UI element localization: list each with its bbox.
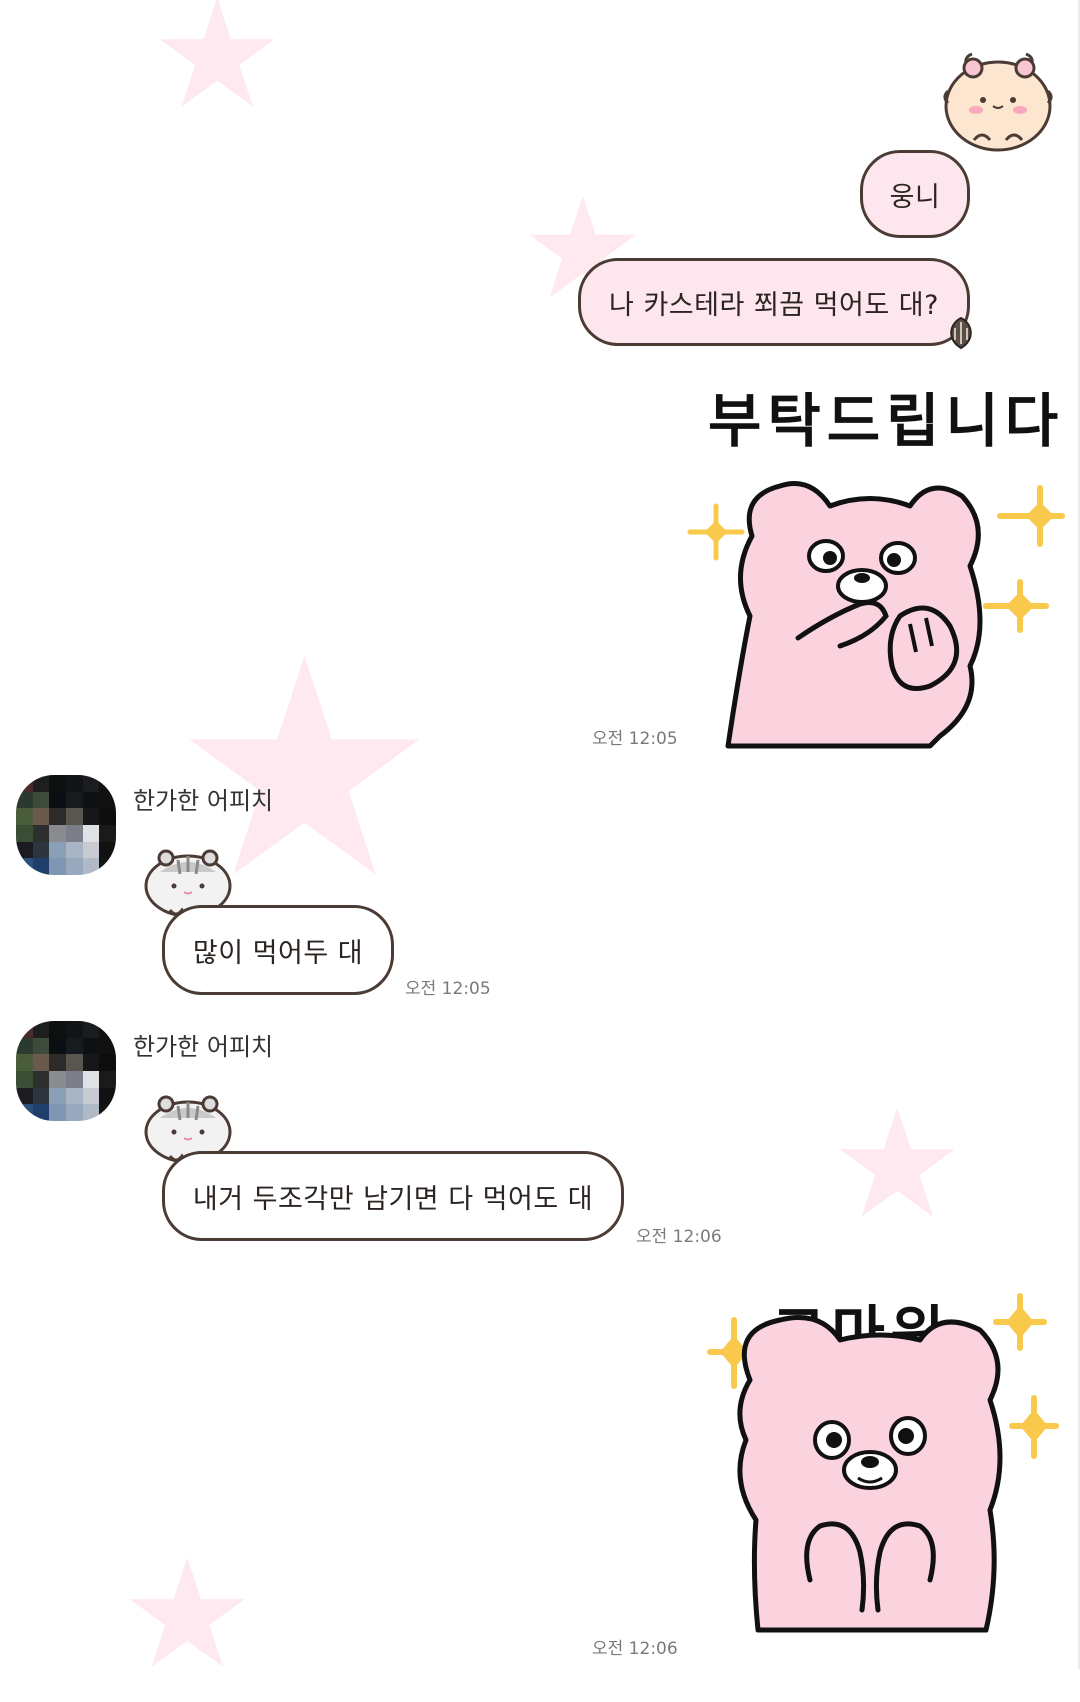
background-star: ★ (830, 1078, 965, 1252)
pink-bear-sticker[interactable] (680, 466, 1065, 749)
avatar[interactable] (16, 775, 116, 875)
background-star: ★ (150, 0, 285, 142)
other-message-bubble[interactable]: 내거 두조각만 남기면 다 먹어도 대 (162, 1151, 624, 1241)
message-text: 많이 먹어두 대 (192, 937, 364, 969)
message-text: 나 카스테라 쬐끔 먹어도 대? (609, 289, 939, 321)
seed-icon (950, 316, 972, 350)
sender-name: 한가한 어피치 (133, 787, 274, 815)
background-star: ★ (120, 1528, 255, 1702)
message-time: 오전 12:05 (405, 979, 491, 999)
message-time: 오전 12:05 (592, 729, 678, 749)
other-message-bubble[interactable]: 많이 먹어두 대 (162, 905, 394, 995)
my-message-bubble[interactable]: 웅니 (860, 150, 970, 238)
sticker-caption: 부탁드립니다 (708, 387, 1065, 455)
avatar[interactable] (16, 1021, 116, 1121)
pink-bear-sticker[interactable] (690, 1290, 1070, 1633)
hamster-icon (943, 52, 1053, 152)
my-message-bubble[interactable]: 나 카스테라 쬐끔 먹어도 대? (578, 258, 970, 346)
message-text: 웅니 (889, 181, 941, 213)
message-time: 오전 12:06 (636, 1227, 722, 1247)
sender-name: 한가한 어피치 (133, 1033, 274, 1061)
message-time: 오전 12:06 (592, 1639, 678, 1659)
message-text: 내거 두조각만 남기면 다 먹어도 대 (192, 1183, 594, 1215)
